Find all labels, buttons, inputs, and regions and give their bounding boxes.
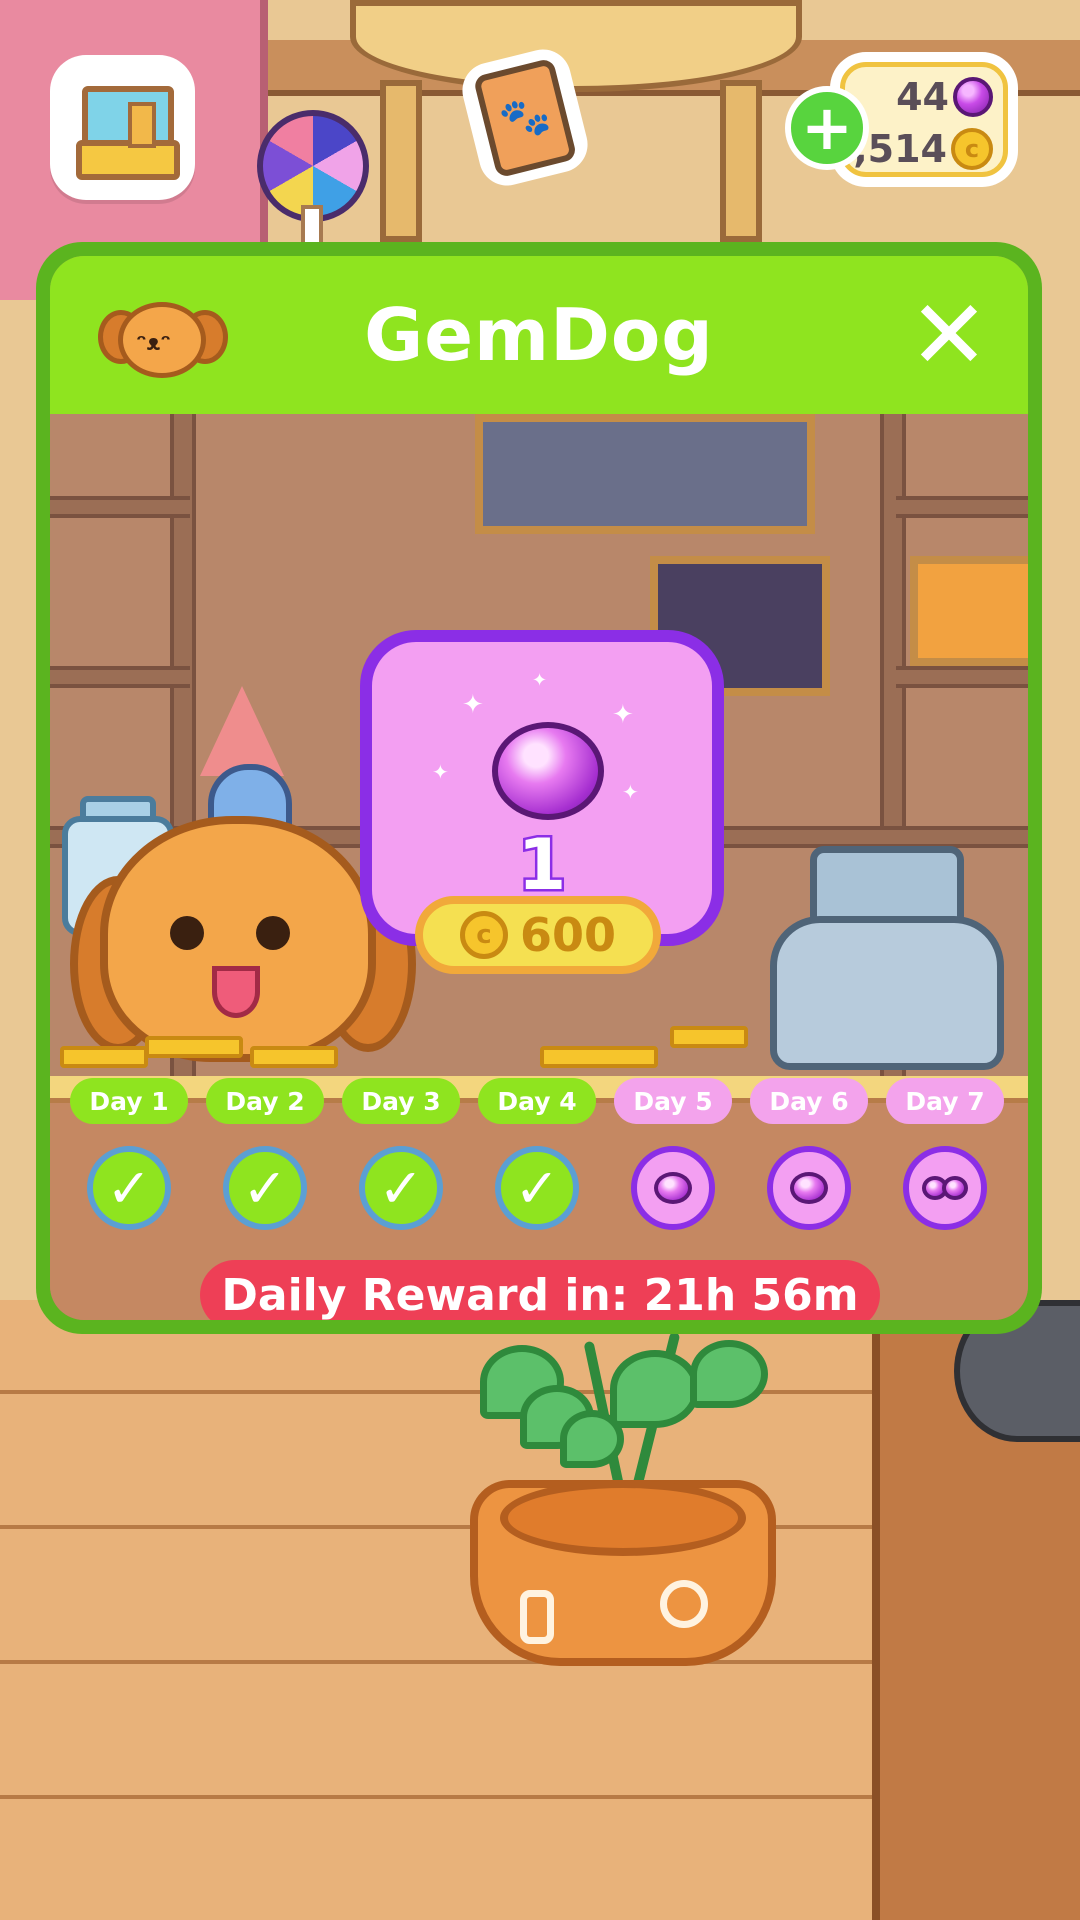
day-4-check-icon: ✓	[495, 1146, 579, 1230]
day-6-label: Day 6	[750, 1078, 868, 1124]
day-1-check-icon: ✓	[87, 1146, 171, 1230]
paw-card-icon: 🐾	[472, 57, 578, 178]
coin-icon: c	[459, 911, 508, 959]
room-edit-icon	[70, 80, 180, 180]
cash-register	[770, 846, 1004, 1070]
day-2-label: Day 2	[206, 1078, 324, 1124]
day-4-label: Day 4	[478, 1078, 596, 1124]
day-3-label: Day 3	[342, 1078, 460, 1124]
purple-gem-icon	[492, 722, 604, 820]
day-1-label: Day 1	[70, 1078, 188, 1124]
day-5-label: Day 5	[614, 1078, 732, 1124]
add-currency-button[interactable]: +	[785, 86, 869, 170]
daily-reward-timer: Daily Reward in: 21h 56m	[200, 1260, 880, 1320]
modal-title: GemDog	[364, 293, 714, 377]
modal-header: ᵔᴥᵔ GemDog ✕	[50, 256, 1028, 414]
plus-icon: +	[801, 91, 853, 164]
gem-count: 44	[896, 75, 949, 119]
day-5-gem-icon	[631, 1146, 715, 1230]
reward-price: 600	[519, 908, 617, 962]
gem-icon	[953, 77, 993, 117]
reward-quantity: 1	[515, 822, 569, 909]
fish-picture-frame	[910, 556, 1028, 666]
close-icon: ✕	[908, 279, 990, 391]
close-button[interactable]: ✕	[908, 287, 990, 383]
buy-reward-button[interactable]: c 600	[415, 896, 661, 974]
picture-frame	[475, 414, 815, 534]
room-edit-button[interactable]	[50, 55, 195, 200]
day-2-check-icon: ✓	[223, 1146, 307, 1230]
daily-track: Day 1 Day 2 Day 3 Day 4 Day 5 Day 6 Day …	[50, 1068, 1028, 1126]
gem-counter: 44	[896, 75, 993, 119]
coin-icon: c	[951, 128, 993, 170]
gemdog-modal: ᵔᴥᵔ GemDog ✕ ✦ ✦ ✦ ✦ ✦ 1 c 600 Day 1 Day…	[36, 242, 1042, 1334]
day-6-gem-icon	[767, 1146, 851, 1230]
day-7-label: Day 7	[886, 1078, 1004, 1124]
day-3-check-icon: ✓	[359, 1146, 443, 1230]
day-7-double-gem-icon	[903, 1146, 987, 1230]
gemdog-icon: ᵔᴥᵔ	[98, 296, 228, 386]
